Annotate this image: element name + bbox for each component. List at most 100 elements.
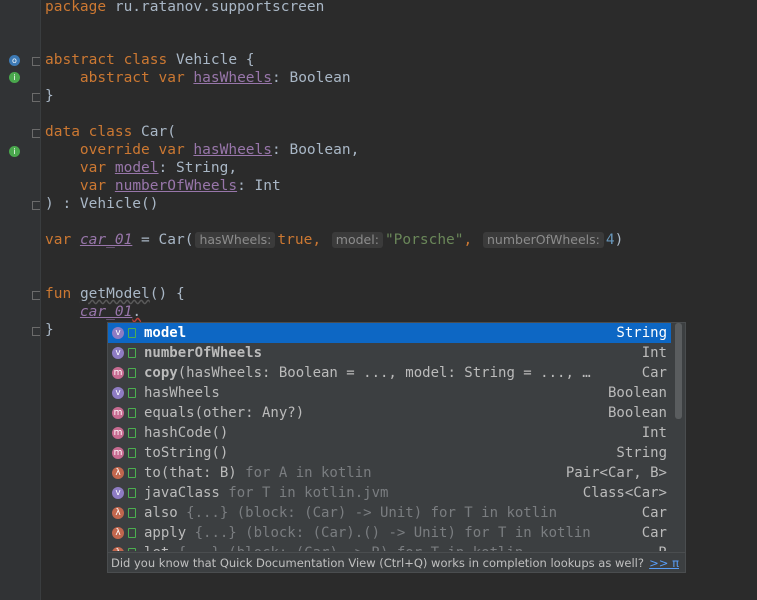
completion-item-label: javaClass: [144, 485, 220, 501]
close-brace: }: [45, 322, 54, 338]
completion-item-label: apply: [144, 525, 187, 541]
comma: ,: [312, 232, 322, 248]
keyword: package: [45, 0, 107, 15]
overrides-icon[interactable]: i: [9, 146, 20, 157]
method-icon: m: [112, 407, 124, 419]
keyword: override var: [79, 142, 185, 158]
public-visibility-icon: [128, 548, 136, 551]
variable-ref: car_01: [79, 304, 133, 320]
completion-item[interactable]: v hasWheels Boolean: [108, 383, 671, 403]
implemented-icon[interactable]: o: [9, 55, 20, 66]
keyword: var: [79, 160, 107, 176]
car-close-line: ) : Vehicle(): [45, 195, 159, 213]
completion-item[interactable]: m toString() String: [108, 443, 671, 463]
type: : String,: [158, 160, 238, 176]
completion-item[interactable]: v model String: [108, 323, 671, 343]
type: : Int: [237, 178, 281, 194]
car-prop-line: var model: String,: [45, 159, 237, 177]
completion-item-name: javaClass for T in kotlin.jvm: [144, 483, 388, 503]
completion-item-name: numberOfWheels: [144, 343, 262, 363]
completion-item-name: hasWheels: [144, 383, 220, 403]
number-literal: 4: [605, 232, 615, 248]
car-prop-line: override var hasWheels: Boolean,: [45, 141, 359, 159]
completion-list[interactable]: v model String v numberOfWheels Int m copy(hasW…: [108, 323, 671, 551]
completion-item[interactable]: m copy(hasWheels: Boolean = ..., model: S…: [108, 363, 671, 383]
completion-item-type: Car: [641, 505, 667, 521]
completion-item-type: Pair<Car, B>: [565, 465, 667, 481]
public-visibility-icon: [128, 448, 136, 458]
bool-literal: true: [277, 232, 313, 248]
property-icon: v: [112, 487, 124, 499]
completion-item[interactable]: m hashCode() Int: [108, 423, 671, 443]
completion-item-type: Boolean: [607, 405, 667, 421]
public-visibility-icon: [128, 508, 136, 518]
completion-scrollbar[interactable]: [674, 323, 683, 551]
fun-params: () {: [149, 286, 185, 302]
completion-item[interactable]: v numberOfWheels Int: [108, 343, 671, 363]
keyword: data class: [45, 124, 133, 140]
completion-footer: Did you know that Quick Documentation Vi…: [108, 552, 685, 572]
completion-item-type: Class<Car>: [582, 485, 667, 501]
completion-item-label: hasWheels: [144, 385, 220, 401]
public-visibility-icon: [128, 388, 136, 398]
param-hint: hasWheels:: [195, 232, 276, 248]
variable-name: car_01: [79, 232, 133, 248]
property-icon: v: [112, 347, 124, 359]
completion-item-label: let: [144, 545, 169, 551]
public-visibility-icon: [128, 368, 136, 378]
completion-item-receiver: for A in kotlin: [236, 465, 372, 481]
completion-item-name: equals(other: Any?): [144, 403, 304, 423]
completion-popup[interactable]: v model String v numberOfWheels Int m copy(hasW…: [107, 322, 686, 573]
completion-item[interactable]: λ let {...} (block: (Car) -> R) for T in …: [108, 543, 671, 551]
package-line: package ru.ratanov.supportscreen: [45, 0, 324, 16]
implemented-icon[interactable]: i: [9, 72, 20, 83]
completion-item[interactable]: λ apply {...} (block: (Car).() -> Unit) f…: [108, 523, 671, 543]
completion-item-name: hashCode(): [144, 423, 228, 443]
call-line: car_01.: [45, 303, 141, 321]
extension-function-icon: λ: [112, 467, 124, 479]
car-class-decl: data class Car(: [45, 123, 176, 141]
property: hasWheels: [193, 142, 272, 158]
car-prop-line: var numberOfWheels: Int: [45, 177, 281, 195]
fun-close-line: }: [45, 321, 54, 339]
completion-item-signature: (): [211, 445, 229, 461]
type: : Boolean,: [272, 142, 360, 158]
completion-item-signature: (): [211, 425, 229, 441]
completion-item[interactable]: λ to(that: B) for A in kotlin Pair<Car, B>: [108, 463, 671, 483]
extension-function-icon: λ: [112, 507, 124, 519]
completion-item[interactable]: λ also {...} (block: (Car) -> Unit) for T…: [108, 503, 671, 523]
scrollbar-thumb[interactable]: [675, 323, 682, 419]
keyword: abstract class: [45, 52, 168, 68]
public-visibility-icon: [128, 428, 136, 438]
property-icon: v: [112, 387, 124, 399]
keyword: var: [79, 178, 107, 194]
completion-item-type: R: [659, 543, 667, 551]
keyword: var: [45, 232, 72, 248]
completion-item-label: hashCode: [144, 425, 212, 441]
class-name: Vehicle {: [175, 52, 255, 68]
completion-item-label: also: [144, 505, 178, 521]
footer-link[interactable]: >> π: [649, 553, 679, 573]
keyword: fun: [45, 286, 72, 302]
completion-item-type: String: [616, 325, 667, 341]
footer-tip: Did you know that Quick Documentation Vi…: [111, 556, 644, 570]
extension-function-icon: λ: [112, 547, 124, 551]
completion-item-type: Int: [641, 345, 667, 361]
property-icon: v: [112, 327, 124, 339]
brace-line: }: [45, 87, 54, 105]
completion-item-type: Car: [641, 365, 667, 381]
gutter-divider: [40, 0, 41, 600]
completion-item-label: toString: [144, 445, 212, 461]
param-hint: model:: [331, 232, 383, 248]
vehicle-prop-line: abstract var hasWheels: Boolean: [45, 69, 351, 87]
property: hasWheels: [193, 70, 272, 86]
public-visibility-icon: [128, 328, 136, 338]
method-icon: m: [112, 427, 124, 439]
completion-item-signature: {...} (block: (Car) -> Unit) for T in ko…: [177, 505, 558, 521]
completion-item-name: toString(): [144, 443, 228, 463]
completion-item-name: also {...} (block: (Car) -> Unit) for T …: [144, 503, 557, 523]
completion-item[interactable]: v javaClass for T in kotlin.jvm Class<Car>: [108, 483, 671, 503]
completion-item-name: model: [144, 323, 186, 343]
completion-item-name: let {...} (block: (Car) -> R) for T in k…: [144, 543, 523, 551]
completion-item[interactable]: m equals(other: Any?) Boolean: [108, 403, 671, 423]
